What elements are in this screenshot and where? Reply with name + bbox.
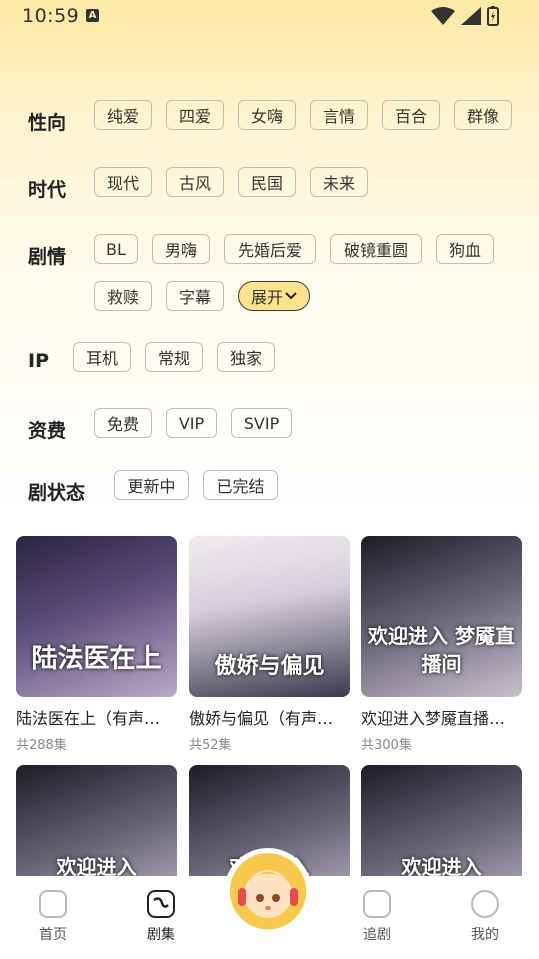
filter-chip[interactable]: 女嗨 <box>238 100 296 130</box>
series-title: 傲娇与偏见（有声… <box>189 709 334 728</box>
episode-count: 共300集 <box>361 738 412 753</box>
series-card[interactable]: 欢迎进入 梦魇直播间 欢迎进入梦魇直播… 共300集 <box>361 536 522 753</box>
filter-chip[interactable]: 字幕 <box>166 281 224 311</box>
home-icon <box>39 890 67 918</box>
wifi-icon <box>431 7 455 25</box>
filter-chip[interactable]: 古风 <box>166 167 224 197</box>
series-title: 陆法医在上（有声… <box>16 709 161 728</box>
tab-home[interactable]: 首页 <box>23 886 83 944</box>
filter-chip[interactable]: BL <box>94 234 138 264</box>
series-cover: 傲娇与偏见 <box>189 536 350 697</box>
filter-label: 剧情 <box>28 246 67 268</box>
series-card[interactable]: 陆法医在上 陆法医在上（有声… 共288集 <box>16 536 177 753</box>
filter-chip[interactable]: 现代 <box>94 167 152 197</box>
series-cover: 欢迎进入 梦魇直播间 <box>361 536 522 697</box>
status-icons <box>431 6 499 26</box>
tab-label: 追剧 <box>363 927 391 943</box>
filter-chip[interactable]: SVIP <box>231 408 292 438</box>
calendar-icon <box>363 890 391 918</box>
series-icon <box>147 890 175 918</box>
filter-chip[interactable]: 男嗨 <box>152 234 210 264</box>
cover-title-art: 欢迎进入 梦魇直播间 <box>368 624 515 676</box>
filter-label: 性向 <box>28 112 67 134</box>
series-cover: 陆法医在上 <box>16 536 177 697</box>
status-bar: 10:59 A <box>0 0 539 32</box>
filter-label: 资费 <box>28 420 67 442</box>
smiley-icon <box>471 890 499 918</box>
cover-title-art: 傲娇与偏见 <box>214 654 325 679</box>
filter-chip[interactable]: 纯爱 <box>94 100 152 130</box>
tab-label: 我的 <box>471 927 499 943</box>
filter-chip[interactable]: 常规 <box>145 342 203 372</box>
filter-chip[interactable]: 已完结 <box>203 470 278 500</box>
episode-count: 共288集 <box>16 738 67 753</box>
mascot-icon <box>238 870 298 918</box>
notification-icon: A <box>86 9 99 22</box>
filter-chip[interactable]: 民国 <box>238 167 296 197</box>
filter-chip[interactable]: 独家 <box>217 342 275 372</box>
filter-chip[interactable]: 百合 <box>382 100 440 130</box>
filter-chip[interactable]: 未来 <box>310 167 368 197</box>
filter-label: 剧状态 <box>28 482 86 504</box>
filter-chip[interactable]: 免费 <box>94 408 152 438</box>
mascot-avatar-button[interactable] <box>224 848 312 944</box>
filter-chip[interactable]: 更新中 <box>114 470 189 500</box>
signal-icon <box>461 7 481 25</box>
filter-chip[interactable]: 先婚后爱 <box>224 234 316 264</box>
filter-chip[interactable]: 言情 <box>310 100 368 130</box>
expand-button[interactable]: 展开 <box>238 281 310 311</box>
tab-label: 首页 <box>39 927 67 943</box>
chevron-down-icon <box>285 292 297 300</box>
filter-chip[interactable]: 狗血 <box>436 234 494 264</box>
tab-follow[interactable]: 追剧 <box>347 886 407 944</box>
filter-chip[interactable]: 四爱 <box>166 100 224 130</box>
filter-chip[interactable]: VIP <box>166 408 217 438</box>
series-title: 欢迎进入梦魇直播… <box>361 709 506 728</box>
filter-chip[interactable]: 耳机 <box>73 342 131 372</box>
tab-series[interactable]: 剧集 <box>131 886 191 944</box>
cover-title-art: 陆法医在上 <box>31 644 162 674</box>
tab-label: 剧集 <box>147 927 175 943</box>
filter-label: 时代 <box>28 179 67 201</box>
status-time: 10:59 <box>22 5 80 27</box>
filter-label: IP <box>28 350 49 372</box>
episode-count: 共52集 <box>189 738 232 753</box>
expand-label: 展开 <box>250 288 283 307</box>
filter-chip[interactable]: 群像 <box>454 100 512 130</box>
filter-chip[interactable]: 救赎 <box>94 281 152 311</box>
battery-icon <box>487 6 499 26</box>
filter-chip[interactable]: 破镜重圆 <box>330 234 422 264</box>
tab-mine[interactable]: 我的 <box>455 886 515 944</box>
series-card[interactable]: 傲娇与偏见 傲娇与偏见（有声… 共52集 <box>189 536 350 753</box>
